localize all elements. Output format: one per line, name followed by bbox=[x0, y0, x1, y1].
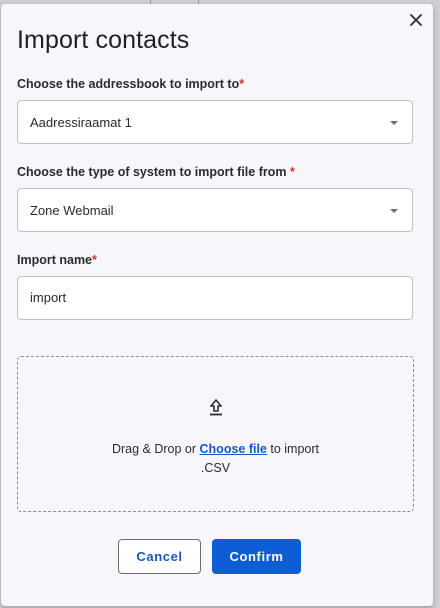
file-extension-hint: .CSV bbox=[200, 461, 231, 475]
dropzone-text-after: to import bbox=[266, 442, 319, 456]
import-name-input[interactable] bbox=[30, 277, 390, 319]
required-marker: * bbox=[239, 77, 245, 91]
dropdown-arrow-icon bbox=[390, 209, 398, 213]
addressbook-select[interactable]: Aadressiraamat 1 bbox=[17, 100, 413, 144]
file-dropzone[interactable]: Drag & Drop or Choose file to import .CS… bbox=[17, 356, 414, 512]
import-name-label-text: Import name bbox=[17, 253, 93, 267]
dropdown-arrow-icon bbox=[390, 121, 398, 125]
system-type-label: Choose the type of system to import file… bbox=[17, 165, 295, 179]
close-icon bbox=[410, 14, 422, 26]
cancel-button[interactable]: Cancel bbox=[118, 539, 201, 574]
system-type-selected-value: Zone Webmail bbox=[30, 203, 114, 218]
addressbook-selected-value: Aadressiraamat 1 bbox=[30, 115, 132, 130]
system-type-label-text: Choose the type of system to import file… bbox=[17, 165, 290, 179]
required-marker: * bbox=[92, 253, 97, 267]
system-type-select[interactable]: Zone Webmail bbox=[17, 188, 413, 232]
dialog-title: Import contacts bbox=[17, 26, 190, 54]
dropzone-text-before: Drag & Drop or bbox=[111, 442, 200, 456]
required-marker: * bbox=[289, 165, 295, 179]
import-contacts-dialog: Import contacts Choose the addressbook t… bbox=[1, 4, 433, 606]
close-button[interactable] bbox=[407, 11, 425, 29]
dropzone-instructions: Drag & Drop or Choose file to import bbox=[18, 442, 413, 456]
confirm-button[interactable]: Confirm bbox=[212, 539, 301, 574]
addressbook-label: Choose the addressbook to import to* bbox=[17, 77, 244, 91]
upload-icon bbox=[210, 399, 222, 416]
choose-file-link[interactable]: Choose file bbox=[200, 442, 267, 456]
import-name-label: Import name* bbox=[17, 253, 97, 267]
addressbook-label-text: Choose the addressbook to import to bbox=[17, 77, 240, 91]
import-name-field[interactable] bbox=[17, 276, 413, 320]
